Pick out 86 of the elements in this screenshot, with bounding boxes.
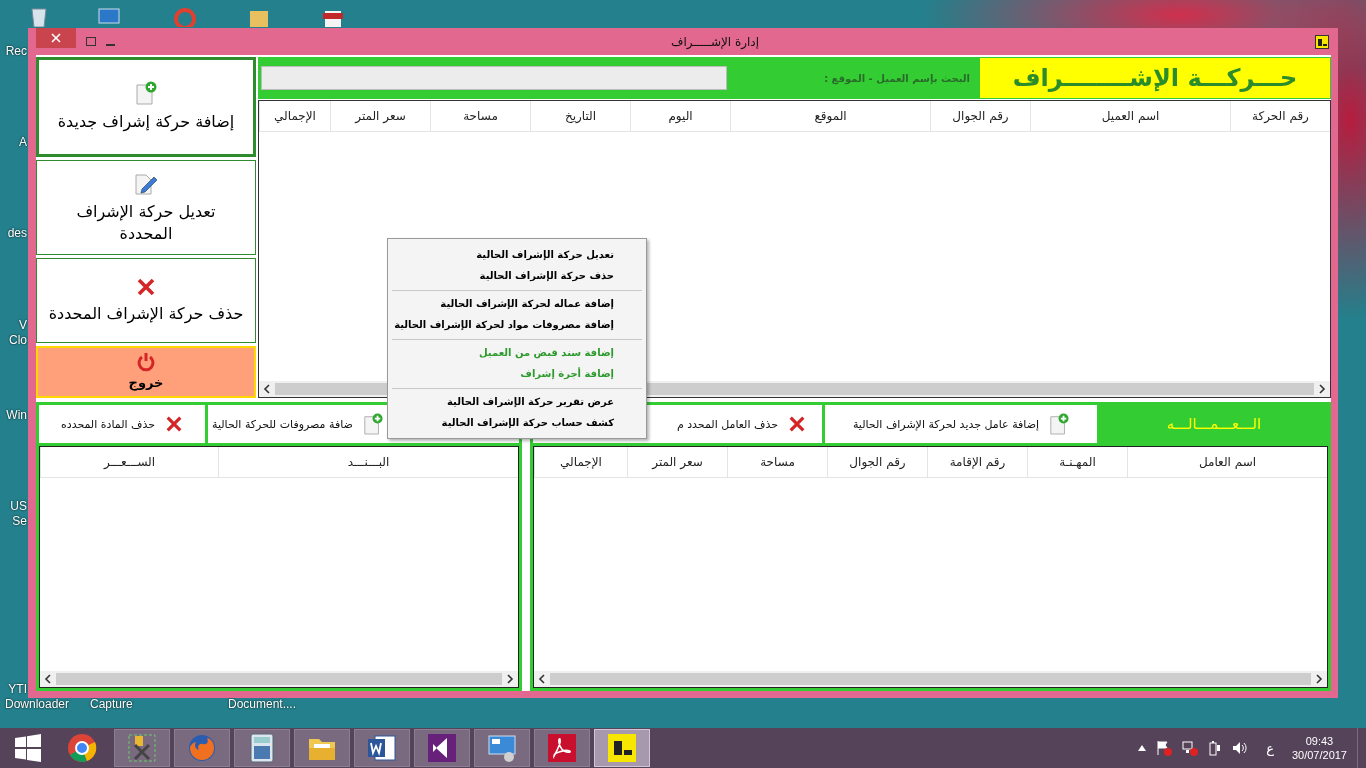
desktop-icon-label[interactable]: des xyxy=(0,226,27,240)
browser-icon xyxy=(187,733,217,763)
column-header[interactable]: اسم العميل xyxy=(1030,101,1230,131)
column-header[interactable]: اسم العامل xyxy=(1127,447,1327,477)
column-header[interactable]: سعر المتر xyxy=(330,101,430,131)
code-editor-icon xyxy=(427,733,457,763)
desktop-icon-label[interactable]: YTI xyxy=(0,682,27,696)
close-button[interactable] xyxy=(36,28,76,48)
browser-icon xyxy=(67,733,97,763)
clock-date[interactable]: 30/07/2017 xyxy=(1291,748,1347,763)
desktop-icon-label[interactable]: Clo xyxy=(0,333,27,347)
scrollbar-thumb[interactable] xyxy=(56,673,502,685)
clock-time[interactable]: 09:43 xyxy=(1305,733,1334,748)
scrollbar-thumb[interactable] xyxy=(550,673,1311,685)
desktop-icon-label[interactable]: V xyxy=(0,318,27,332)
column-header[interactable]: الســـعـــر xyxy=(40,447,218,477)
app-icon xyxy=(1315,34,1329,49)
action-button[interactable]: إضافة حركة إشراف جديدة xyxy=(36,57,256,158)
close-icon xyxy=(51,33,61,43)
column-header[interactable]: رقم الحركة xyxy=(1230,101,1330,131)
search-field[interactable] xyxy=(261,66,727,90)
column-header[interactable]: مساحة xyxy=(430,101,530,131)
maximize-icon[interactable] xyxy=(86,37,96,46)
add-document-icon xyxy=(135,81,157,106)
column-header[interactable]: الموقع xyxy=(730,101,930,131)
power-icon xyxy=(136,352,156,373)
volume-icon[interactable] xyxy=(1232,740,1249,756)
delete-icon xyxy=(165,415,184,433)
desktop-icon-label[interactable]: US xyxy=(0,499,27,513)
flag-icon[interactable] xyxy=(1156,740,1173,756)
desktop-icon-label[interactable]: Document.... xyxy=(228,697,297,711)
desktop-icon-label[interactable]: Capture xyxy=(90,697,133,711)
action-button[interactable]: تعديل حركة الإشراف المحددة xyxy=(36,160,256,255)
word-processor-icon xyxy=(367,733,397,763)
battery-icon[interactable] xyxy=(1208,740,1223,756)
column-header[interactable]: الإجمالي xyxy=(259,101,330,131)
column-header[interactable]: اليوم xyxy=(630,101,730,131)
delete-icon xyxy=(788,415,806,433)
desktop-icon-label[interactable]: Downloader xyxy=(5,697,70,711)
scroll-left-icon[interactable] xyxy=(44,674,52,684)
column-header[interactable]: الإجمالي xyxy=(534,447,627,477)
taskbar-app-button[interactable] xyxy=(354,729,410,767)
column-header[interactable]: البـــنـــد xyxy=(218,447,518,477)
taskbar-app-button[interactable] xyxy=(414,729,470,767)
column-header[interactable]: التاريخ xyxy=(530,101,630,131)
app-icon xyxy=(607,733,637,763)
desktop-icon-label[interactable]: A xyxy=(0,135,27,149)
menu-item[interactable]: إضافة عماله لحركة الإشراف الحالية xyxy=(392,293,642,314)
taskbar-app-button[interactable] xyxy=(594,729,650,767)
menu-item[interactable]: إضافة مصروفات مواد لحركة الإشراف الحالية xyxy=(392,314,642,335)
column-header[interactable]: رقم الإقامة xyxy=(927,447,1027,477)
scroll-left-icon[interactable] xyxy=(263,384,271,394)
scroll-left-icon[interactable] xyxy=(538,674,546,684)
windows-logo-icon xyxy=(14,734,42,762)
column-header[interactable]: رقم الجوال xyxy=(930,101,1030,131)
column-header[interactable]: سعر المتر xyxy=(627,447,727,477)
window-title: إدارة الإشـــــراف xyxy=(669,34,761,49)
desktop-icon-label[interactable]: Se xyxy=(0,514,27,528)
monitor-icon xyxy=(487,733,517,763)
add-document-icon xyxy=(362,413,383,435)
add-document-icon xyxy=(1049,413,1070,435)
desktop-icon-label[interactable]: Rec xyxy=(0,44,27,58)
input-language-indicator[interactable]: ع xyxy=(1266,740,1274,756)
search-label: البحث بإسم العميل - الموقع : xyxy=(823,72,971,84)
toolbar-button[interactable]: حذف المادة المحدده xyxy=(39,405,205,443)
toolbar-button[interactable]: إضافة عامل جديد لحركة الإشراف الحالية xyxy=(825,405,1097,443)
action-button[interactable]: خروج xyxy=(36,346,256,398)
action-button[interactable]: حذف حركة الإشراف المحددة xyxy=(36,257,256,344)
taskbar-app-button[interactable] xyxy=(114,729,170,767)
pdf-reader-icon xyxy=(547,733,577,763)
delete-icon xyxy=(136,276,156,297)
scroll-right-icon[interactable] xyxy=(506,674,514,684)
tools-icon xyxy=(127,733,157,763)
section-title: الـــعـــمـــالـــه xyxy=(1165,414,1263,435)
column-header[interactable]: مساحة xyxy=(727,447,827,477)
section-title: حـــركـــة الإشــــــــراف xyxy=(980,58,1330,98)
column-header[interactable]: رقم الجوال xyxy=(827,447,927,477)
desktop-icon-label[interactable]: Win xyxy=(0,408,27,422)
show-hidden-icons-icon[interactable] xyxy=(1138,745,1147,751)
column-header[interactable]: المهـنـة xyxy=(1027,447,1127,477)
menu-item[interactable]: حذف حركة الإشراف الحالية xyxy=(388,265,646,286)
scroll-right-icon[interactable] xyxy=(1318,384,1326,394)
menu-item[interactable]: تعديل حركة الإشراف الحالية xyxy=(388,244,646,265)
calculator-icon xyxy=(249,733,275,763)
network-icon[interactable] xyxy=(1182,740,1199,756)
scroll-right-icon[interactable] xyxy=(1315,674,1323,684)
